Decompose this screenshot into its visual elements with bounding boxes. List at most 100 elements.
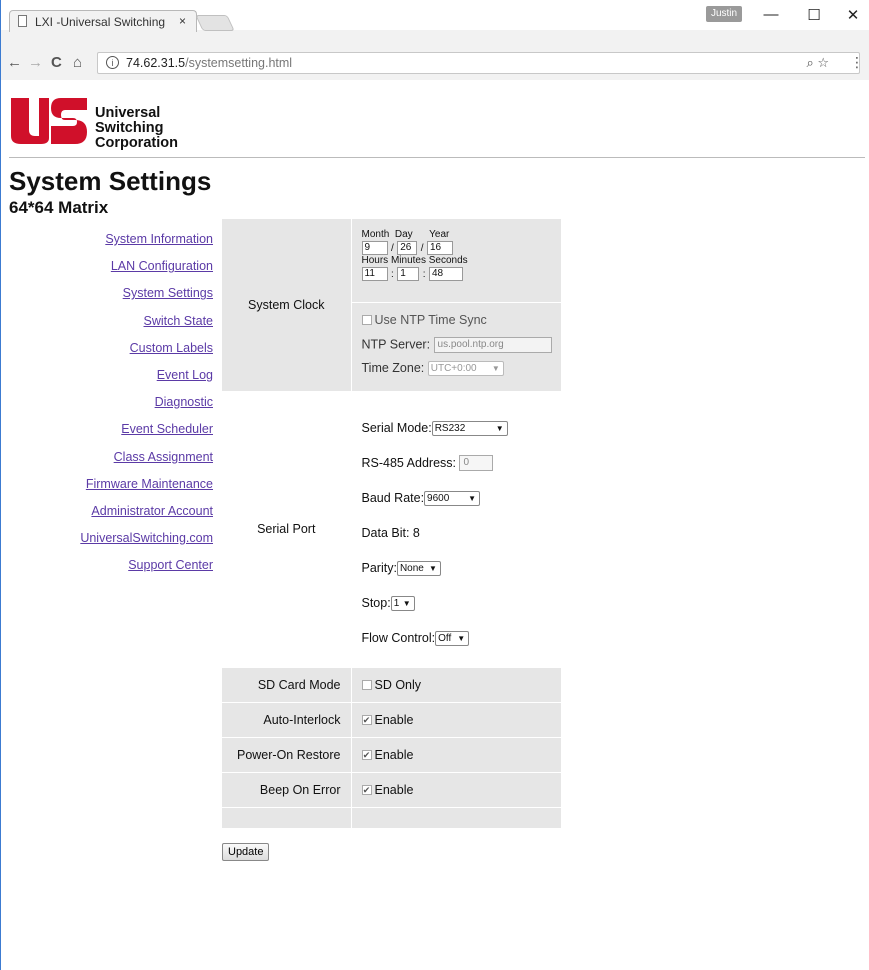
logo-line-2: Switching (95, 120, 164, 136)
update-button[interactable]: Update (222, 843, 270, 861)
close-window-icon[interactable]: ✕ (843, 6, 863, 24)
forward-arrow-icon[interactable]: → (28, 54, 43, 71)
nav-diagnostic[interactable]: Diagnostic (80, 395, 213, 422)
day-input[interactable]: 26 (397, 240, 418, 255)
time-inputs: 11 : 1 : 48 (361, 266, 562, 282)
chevron-down-icon: ▼ (491, 363, 500, 373)
chevron-down-icon: ▼ (457, 633, 466, 643)
hours-input[interactable]: 11 (361, 266, 388, 281)
timezone-select[interactable]: UTC+0:00 ▼ (427, 360, 504, 376)
ntp-checkbox[interactable] (361, 315, 372, 326)
zoom-star-icons[interactable]: ⌕ ☆ (806, 55, 829, 71)
baud-rate-select[interactable]: 9600 ▼ (424, 490, 481, 506)
sd-card-cell: SD Only (351, 667, 561, 703)
nav-event-scheduler[interactable]: Event Scheduler (80, 422, 213, 449)
nav-universalswitching-link[interactable]: UniversalSwitching.com (80, 531, 213, 558)
side-navigation: System Information LAN Configuration Sys… (80, 232, 213, 585)
minimize-icon[interactable]: — (761, 6, 781, 23)
zoom-icon[interactable]: ⌕ (806, 55, 813, 70)
stop-label: Stop: (361, 595, 391, 610)
ntp-server-row: NTP Server: us.pool.ntp.org (361, 336, 562, 361)
baud-rate-value: 9600 (427, 492, 450, 504)
parity-label: Parity: (361, 560, 397, 575)
date-separator: / (420, 243, 424, 254)
nav-support-center[interactable]: Support Center (80, 558, 213, 585)
new-tab-button[interactable] (195, 15, 235, 31)
url-path: /systemsetting.html (185, 56, 293, 70)
parity-select[interactable]: None ▼ (396, 560, 441, 576)
year-label: Year (429, 229, 450, 240)
system-clock-label: System Clock (222, 219, 352, 392)
stop-select[interactable]: 1 ▼ (390, 595, 415, 611)
nav-administrator-account[interactable]: Administrator Account (80, 504, 213, 531)
flow-control-select[interactable]: Off ▼ (435, 630, 470, 646)
sd-card-checkbox[interactable] (361, 680, 372, 691)
back-arrow-icon[interactable]: ← (7, 54, 22, 71)
interlock-checkbox[interactable]: ✔ (361, 715, 372, 726)
browser-tab[interactable]: LXI -Universal Switching × (9, 10, 197, 32)
date-separator: / (390, 243, 394, 254)
nav-system-information[interactable]: System Information (80, 232, 213, 259)
nav-class-assignment[interactable]: Class Assignment (80, 450, 213, 477)
restore-value: Enable (374, 747, 414, 762)
ntp-server-input[interactable]: us.pool.ntp.org (433, 336, 552, 353)
nav-lan-configuration[interactable]: LAN Configuration (80, 259, 213, 286)
navigation-bar: ← → C ⌂ i 74.62.31.5/systemsetting.html … (1, 52, 869, 80)
rs485-row: RS-485 Address: 0 (362, 455, 562, 490)
nav-system-settings[interactable]: System Settings (80, 286, 213, 313)
hours-label: Hours (361, 255, 389, 266)
rs485-address-input[interactable]: 0 (459, 455, 494, 472)
profile-badge[interactable]: Justin (706, 6, 742, 22)
beep-checkbox[interactable]: ✔ (361, 785, 372, 796)
rs485-address-label: RS-485 Address: (361, 455, 457, 470)
restore-checkbox[interactable]: ✔ (361, 750, 372, 761)
menu-icon[interactable]: ⋮ (850, 54, 864, 71)
minutes-input[interactable]: 1 (397, 266, 420, 281)
ntp-toggle[interactable]: Use NTP Time Sync (361, 313, 562, 337)
serial-mode-select[interactable]: RS232 ▼ (431, 420, 508, 436)
serial-row: Serial Port Serial Mode: RS232 ▼ RS-485 Ad… (222, 391, 562, 668)
tab-close-icon[interactable]: × (179, 14, 186, 28)
time-separator: : (422, 269, 426, 280)
power-on-restore-label: Power-On Restore (222, 737, 352, 773)
baud-row: Baud Rate: 9600 ▼ (362, 490, 562, 525)
time-labels: Hours Minutes Seconds (362, 256, 562, 266)
seconds-input[interactable]: 48 (429, 266, 463, 281)
address-bar[interactable]: i 74.62.31.5/systemsetting.html ⌕ ☆ (97, 52, 860, 74)
nav-event-log[interactable]: Event Log (80, 368, 213, 395)
ntp-server-label: NTP Server: (361, 336, 431, 351)
us-logo-icon (11, 98, 87, 144)
maximize-icon[interactable]: ☐ (804, 6, 824, 24)
info-icon[interactable]: i (106, 56, 119, 69)
serial-mode-row: Serial Mode: RS232 ▼ (362, 420, 562, 455)
timezone-row: Time Zone: UTC+0:00 ▼ (362, 361, 562, 376)
nav-custom-labels[interactable]: Custom Labels (80, 341, 213, 368)
interlock-label: Auto-Interlock (222, 702, 352, 738)
year-input[interactable]: 16 (427, 240, 453, 255)
nav-firmware-maintenance[interactable]: Firmware Maintenance (80, 477, 213, 504)
home-icon[interactable]: ⌂ (73, 54, 82, 71)
beep-on-error-label: Beep On Error (222, 772, 352, 808)
beep-value: Enable (374, 782, 414, 797)
ntp-cell: Use NTP Time Sync NTP Server: us.pool.nt… (351, 302, 562, 392)
clock-row: System Clock Month Day Year 9 / 26 / 16 … (222, 219, 562, 392)
month-input[interactable]: 9 (361, 240, 388, 255)
serial-cell: Serial Mode: RS232 ▼ RS-485 Address: 0 Bau… (351, 391, 562, 668)
sd-card-row: SD Card Mode SD Only (222, 667, 561, 703)
minutes-label: Minutes (390, 255, 426, 266)
parity-value: None (399, 562, 424, 574)
star-icon[interactable]: ☆ (817, 55, 829, 70)
databit-row: Data Bit: 8 (362, 525, 562, 560)
date-inputs: 9 / 26 / 16 (361, 240, 562, 256)
empty-label-cell (222, 807, 352, 829)
chevron-down-icon: ▼ (429, 563, 437, 573)
settings-table: System Clock Month Day Year 9 / 26 / 16 … (222, 219, 561, 829)
timezone-label: Time Zone: (361, 360, 425, 375)
reload-icon[interactable]: C (51, 54, 62, 71)
baud-rate-label: Baud Rate: (361, 490, 425, 505)
interlock-value: Enable (374, 712, 414, 727)
flow-control-row: Flow Control: Off ▼ (362, 630, 562, 646)
nav-switch-state[interactable]: Switch State (80, 314, 213, 341)
flow-control-value: Off (438, 632, 452, 644)
page-subtitle: 64*64 Matrix (9, 198, 109, 217)
